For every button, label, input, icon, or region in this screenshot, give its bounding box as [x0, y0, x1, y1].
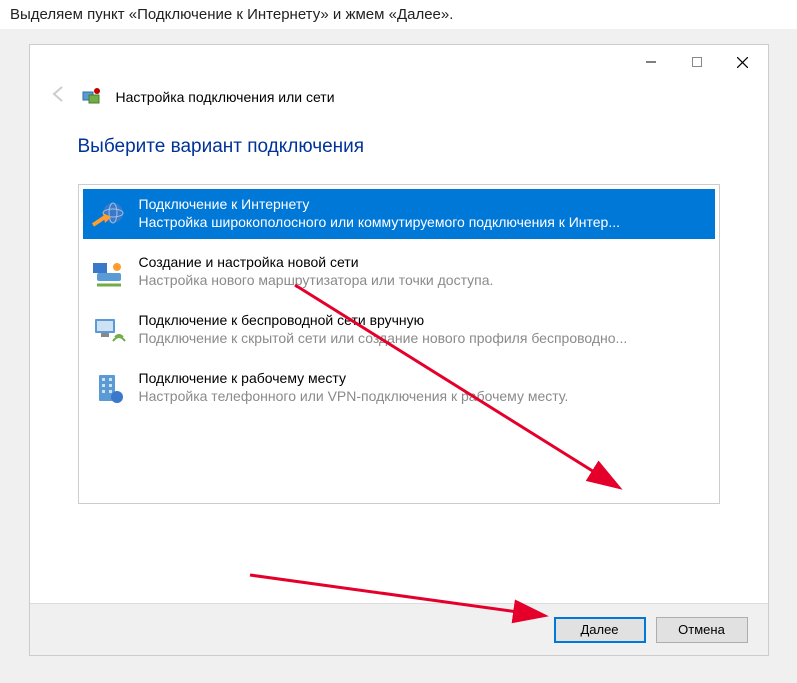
maximize-button[interactable]	[674, 47, 720, 77]
option-internet-connection[interactable]: Подключение к Интернету Настройка широко…	[83, 189, 715, 239]
minimize-button[interactable]	[628, 47, 674, 77]
option-desc: Настройка нового маршрутизатора или точк…	[139, 271, 707, 289]
option-desc: Настройка телефонного или VPN-подключени…	[139, 387, 707, 405]
option-title: Подключение к беспроводной сети вручную	[139, 311, 707, 329]
cancel-button[interactable]: Отмена	[656, 617, 748, 643]
outer-frame: Настройка подключения или сети Выберите …	[0, 29, 797, 671]
globe-arrow-icon	[91, 197, 127, 233]
annotation-caption: Выделяем пункт «Подключение к Интернету»…	[0, 0, 797, 29]
main-heading: Выберите вариант подключения	[78, 136, 720, 158]
back-arrow-icon[interactable]	[50, 85, 68, 108]
option-desc: Подключение к скрытой сети или создание …	[139, 329, 707, 347]
titlebar	[30, 45, 768, 79]
button-bar: Далее Отмена	[30, 603, 768, 655]
option-create-network[interactable]: Создание и настройка новой сети Настройк…	[83, 247, 715, 297]
option-title: Создание и настройка новой сети	[139, 253, 707, 271]
dialog-header: Настройка подключения или сети	[30, 79, 768, 108]
close-button[interactable]	[720, 47, 766, 77]
option-desc: Настройка широкополосного или коммутируе…	[139, 213, 707, 231]
wireless-monitor-icon	[91, 313, 127, 349]
router-icon	[91, 255, 127, 291]
dialog-content: Выберите вариант подключения Подключ	[30, 108, 768, 504]
option-title: Подключение к рабочему месту	[139, 369, 707, 387]
network-setup-icon	[82, 87, 102, 107]
dialog-title: Настройка подключения или сети	[116, 89, 335, 105]
option-title: Подключение к Интернету	[139, 195, 707, 213]
options-list: Подключение к Интернету Настройка широко…	[78, 184, 720, 504]
option-workplace[interactable]: Подключение к рабочему месту Настройка т…	[83, 363, 715, 413]
option-wireless-manual[interactable]: Подключение к беспроводной сети вручную …	[83, 305, 715, 355]
workplace-icon	[91, 371, 127, 407]
next-button[interactable]: Далее	[554, 617, 646, 643]
dialog-window: Настройка подключения или сети Выберите …	[29, 44, 769, 656]
